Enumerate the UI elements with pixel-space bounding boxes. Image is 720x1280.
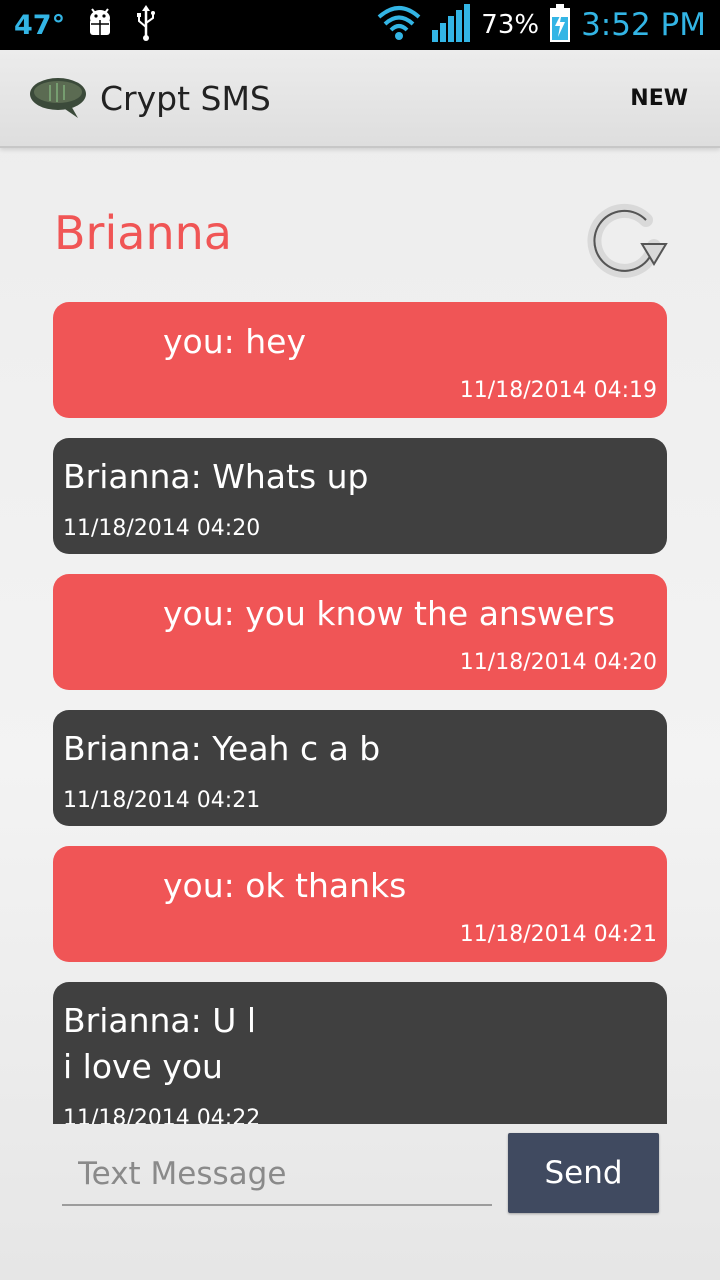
- sent-message[interactable]: you: ok thanks 11/18/2014 04:21: [53, 846, 667, 962]
- android-debug-icon: [83, 6, 117, 44]
- message-text: you: ok thanks: [163, 866, 407, 905]
- sent-message[interactable]: you: hey 11/18/2014 04:19: [53, 302, 667, 418]
- message-text: Brianna: Whats up: [63, 457, 369, 496]
- message-timestamp: 11/18/2014 04:19: [459, 378, 657, 403]
- temperature-text: 47°: [14, 9, 66, 41]
- send-button[interactable]: Send: [508, 1133, 659, 1213]
- signal-bars-icon: [431, 4, 471, 46]
- message-composer: Send: [0, 1124, 720, 1280]
- message-list[interactable]: you: hey 11/18/2014 04:19 Brianna: Whats…: [53, 302, 667, 1124]
- wifi-icon: [377, 5, 421, 45]
- sent-message[interactable]: you: you know the answers 11/18/2014 04:…: [53, 574, 667, 690]
- message-timestamp: 11/18/2014 04:20: [459, 650, 657, 675]
- contact-name: Brianna: [54, 206, 232, 260]
- refresh-icon: [584, 203, 670, 285]
- received-message[interactable]: Brianna: Yeah c a b 11/18/2014 04:21: [53, 710, 667, 826]
- new-message-button[interactable]: NEW: [626, 78, 692, 119]
- message-timestamp: 11/18/2014 04:21: [459, 922, 657, 947]
- refresh-button[interactable]: [584, 200, 670, 282]
- battery-percent-text: 73%: [481, 10, 540, 40]
- action-bar: Crypt SMS NEW: [0, 50, 720, 148]
- message-text: you: hey: [163, 322, 306, 361]
- message-text: you: you know the answers: [163, 594, 616, 633]
- status-bar: 47° 73% 3:52 PM: [0, 0, 720, 50]
- speech-bubble-icon: [28, 76, 88, 120]
- message-timestamp: 11/18/2014 04:20: [63, 516, 261, 541]
- app-title: Crypt SMS: [100, 78, 271, 118]
- received-message[interactable]: Brianna: U l i love you 11/18/2014 04:22: [53, 982, 667, 1124]
- message-text: Brianna: U l i love you: [63, 1001, 257, 1086]
- received-message[interactable]: Brianna: Whats up 11/18/2014 04:20: [53, 438, 667, 554]
- message-input[interactable]: [62, 1144, 492, 1206]
- message-text: Brianna: Yeah c a b: [63, 729, 381, 768]
- message-timestamp: 11/18/2014 04:21: [63, 788, 261, 813]
- clock-text: 3:52 PM: [581, 7, 706, 43]
- message-timestamp: 11/18/2014 04:22: [63, 1106, 261, 1124]
- usb-icon: [135, 5, 157, 45]
- battery-charging-icon: [549, 4, 571, 46]
